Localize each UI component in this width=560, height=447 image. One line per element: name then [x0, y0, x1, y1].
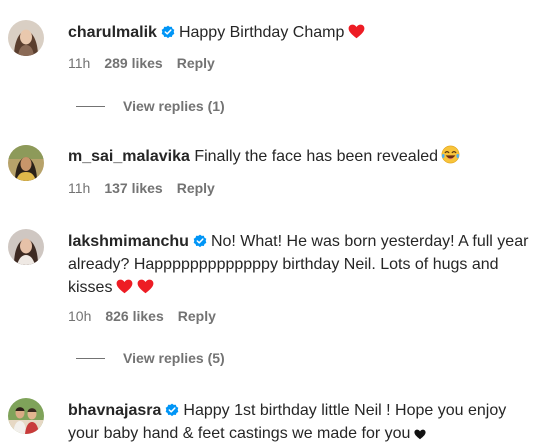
- reply-button[interactable]: Reply: [177, 55, 215, 71]
- view-replies-label: View replies (1): [123, 98, 225, 114]
- comment-time[interactable]: 11h: [68, 180, 90, 196]
- comment-time[interactable]: 10h: [68, 308, 91, 324]
- comment-username[interactable]: bhavnajasra: [68, 402, 161, 419]
- comment-likes[interactable]: 137 likes: [104, 180, 162, 196]
- view-replies-button[interactable]: View replies (5): [76, 350, 225, 366]
- verified-badge-icon: [193, 232, 207, 248]
- reply-button[interactable]: Reply: [178, 308, 216, 324]
- comment-body: lakshmimanchu No! What! He was born yeste…: [68, 230, 538, 301]
- comment-body: m_sai_malavika Finally the face has been…: [68, 145, 538, 171]
- comment-username[interactable]: lakshmimanchu: [68, 233, 189, 250]
- avatar[interactable]: [8, 229, 44, 265]
- comment-text: Happy Birthday Champ: [178, 24, 345, 41]
- comment-time[interactable]: 11h: [68, 55, 90, 71]
- comment-likes[interactable]: 826 likes: [105, 308, 163, 324]
- avatar[interactable]: [8, 398, 44, 434]
- comment-username[interactable]: charulmalik: [68, 24, 157, 41]
- view-replies-label: View replies (5): [123, 350, 225, 366]
- red-heart-icon: [116, 278, 133, 301]
- comment-body: charulmalik Happy Birthday Champ: [68, 21, 538, 46]
- divider-line: [76, 358, 105, 359]
- comment-username[interactable]: m_sai_malavika: [68, 148, 190, 165]
- red-heart-icon: [137, 278, 154, 301]
- comment-meta: 10h 826 likes Reply: [68, 308, 230, 324]
- view-replies-button[interactable]: View replies (1): [76, 98, 225, 114]
- verified-badge-icon: [161, 23, 175, 39]
- comment-meta: 11h 137 likes Reply: [68, 180, 229, 196]
- comment-likes[interactable]: 289 likes: [104, 55, 162, 71]
- reply-button[interactable]: Reply: [177, 180, 215, 196]
- red-heart-icon: [348, 23, 365, 46]
- black-heart-icon: [414, 424, 426, 447]
- avatar[interactable]: [8, 20, 44, 56]
- avatar[interactable]: [8, 145, 44, 181]
- comment-body: bhavnajasra Happy 1st birthday little Nei…: [68, 399, 538, 447]
- divider-line: [76, 106, 105, 107]
- verified-badge-icon: [165, 401, 179, 417]
- comment-meta: 11h 289 likes Reply: [68, 55, 229, 71]
- comment-text: Finally the face has been revealed: [194, 148, 439, 165]
- tears-of-joy-emoji-icon: [441, 145, 460, 171]
